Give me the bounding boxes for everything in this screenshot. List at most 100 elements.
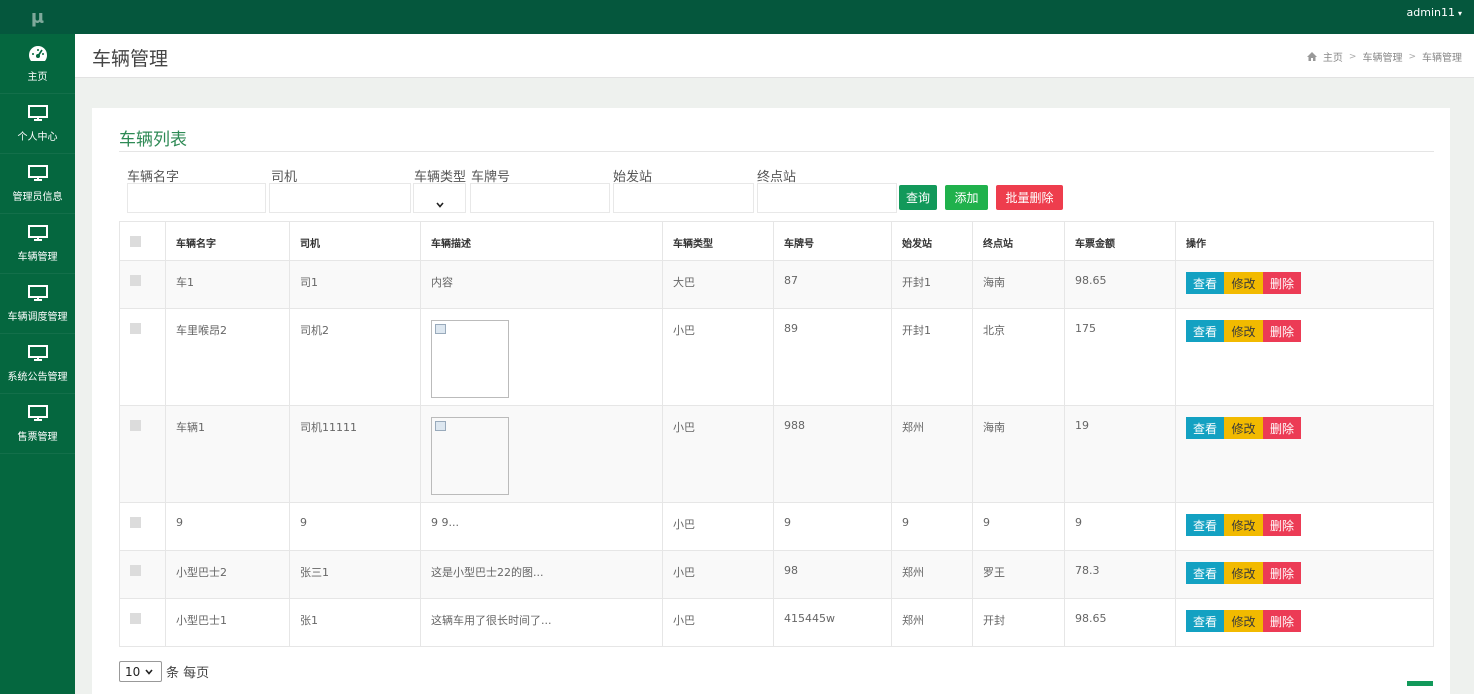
- destination-cell: 海南: [972, 405, 1065, 503]
- sidebar-item-ticket-management[interactable]: 售票管理: [0, 394, 75, 454]
- sidebar-item-dispatch-management[interactable]: 车辆调度管理: [0, 274, 75, 334]
- row-select-cell: [119, 598, 166, 647]
- vehicle-type-cell: 小巴: [662, 308, 774, 406]
- sidebar-item-admin-info[interactable]: 管理员信息: [0, 154, 75, 214]
- edit-button[interactable]: 修改: [1224, 320, 1263, 342]
- row-checkbox[interactable]: [130, 565, 141, 576]
- column-header: 车辆描述: [420, 221, 663, 261]
- view-button[interactable]: 查看: [1186, 562, 1224, 584]
- column-header: 车辆名字: [165, 221, 290, 261]
- row-checkbox[interactable]: [130, 613, 141, 624]
- description-cell: 这辆车用了很长时间了...: [420, 598, 663, 647]
- description-cell: 内容: [420, 260, 663, 309]
- vehicle-type-cell: 小巴: [662, 598, 774, 647]
- plate-cell: 415445w: [773, 598, 892, 647]
- page-title: 车辆管理: [92, 48, 169, 70]
- driver-cell: 张三1: [289, 550, 421, 599]
- per-page-label: 条 每页: [166, 666, 210, 681]
- table-row: 车辆1 司机11111 小巴 988 郑州 海南 19 查看 修改 删除: [119, 405, 1434, 503]
- pagination: 10 条 每页: [119, 661, 209, 682]
- vehicle-type-cell: 大巴: [662, 260, 774, 309]
- user-name[interactable]: admin11: [1407, 6, 1455, 19]
- user-menu[interactable]: admin11 ▾: [1407, 0, 1462, 34]
- row-select-cell: [119, 405, 166, 503]
- origin-input[interactable]: [613, 183, 754, 213]
- destination-cell: 北京: [972, 308, 1065, 406]
- driver-input[interactable]: [269, 183, 411, 213]
- column-header: 车牌号: [773, 221, 892, 261]
- vehicle-type-cell: 小巴: [662, 502, 774, 551]
- monitor-icon: [27, 344, 48, 361]
- view-button[interactable]: 查看: [1186, 610, 1224, 632]
- top-navbar: μ admin11 ▾: [0, 0, 1474, 34]
- delete-button[interactable]: 删除: [1263, 417, 1301, 439]
- driver-cell: 司机11111: [289, 405, 421, 503]
- plate-cell: 98: [773, 550, 892, 599]
- price-cell: 78.3: [1064, 550, 1176, 599]
- broken-image-icon: [431, 320, 509, 398]
- delete-button[interactable]: 删除: [1263, 610, 1301, 632]
- breadcrumb-home[interactable]: 主页: [1323, 49, 1343, 64]
- delete-button[interactable]: 删除: [1263, 320, 1301, 342]
- plate-cell: 988: [773, 405, 892, 503]
- sidebar-item-vehicle-management[interactable]: 车辆管理: [0, 214, 75, 274]
- edit-button[interactable]: 修改: [1224, 610, 1263, 632]
- broken-image-icon: [431, 417, 509, 495]
- price-cell: 175: [1064, 308, 1176, 406]
- sidebar-item-label: 主页: [27, 71, 48, 83]
- monitor-icon: [27, 164, 48, 181]
- caret-down-icon[interactable]: ▾: [1458, 9, 1462, 18]
- sidebar-item-personal-center[interactable]: 个人中心: [0, 94, 75, 154]
- breadcrumb-level-1[interactable]: 车辆管理: [1362, 49, 1402, 64]
- price-cell: 9: [1064, 502, 1176, 551]
- vehicle-name-input[interactable]: [127, 183, 266, 213]
- driver-cell: 司机2: [289, 308, 421, 406]
- vehicle-type-select[interactable]: [413, 183, 466, 213]
- delete-button[interactable]: 删除: [1263, 272, 1301, 294]
- view-button[interactable]: 查看: [1186, 417, 1224, 439]
- query-button[interactable]: 查询: [899, 185, 937, 210]
- monitor-icon: [27, 284, 48, 301]
- row-select-cell: [119, 260, 166, 309]
- monitor-icon: [27, 404, 48, 421]
- origin-cell: 开封1: [891, 260, 973, 309]
- table-row: 9 9 9 9... 小巴 9 9 9 9 查看 修改 删除: [119, 502, 1434, 551]
- edit-button[interactable]: 修改: [1224, 417, 1263, 439]
- driver-cell: 9: [289, 502, 421, 551]
- row-checkbox[interactable]: [130, 517, 141, 528]
- price-cell: 19: [1064, 405, 1176, 503]
- row-checkbox[interactable]: [130, 323, 141, 334]
- row-checkbox[interactable]: [130, 275, 141, 286]
- sidebar-item-announcement-management[interactable]: 系统公告管理: [0, 334, 75, 394]
- vehicle-list-panel: 车辆列表 车辆名字 司机 车辆类型 车牌号 始发站 终点站 查询 添加 批量删除…: [92, 108, 1450, 694]
- divider: [119, 151, 1434, 152]
- delete-button[interactable]: 删除: [1263, 562, 1301, 584]
- vehicle-name-cell: 车辆1: [165, 405, 290, 503]
- edit-button[interactable]: 修改: [1224, 562, 1263, 584]
- batch-delete-button[interactable]: 批量删除: [996, 185, 1063, 210]
- column-header: 司机: [289, 221, 421, 261]
- vehicle-name-cell: 车里喉昂2: [165, 308, 290, 406]
- column-header: 终点站: [972, 221, 1065, 261]
- actions-cell: 查看 修改 删除: [1175, 308, 1434, 406]
- delete-button[interactable]: 删除: [1263, 514, 1301, 536]
- vehicle-table: 车辆名字 司机 车辆描述 车辆类型 车牌号 始发站 终点站 车票金额 操作 车1…: [119, 221, 1434, 647]
- row-checkbox[interactable]: [130, 420, 141, 431]
- column-header: 车辆类型: [662, 221, 774, 261]
- plate-input[interactable]: [470, 183, 610, 213]
- select-all-checkbox[interactable]: [130, 236, 141, 247]
- sidebar-item-home[interactable]: 主页: [0, 34, 75, 94]
- edit-button[interactable]: 修改: [1224, 272, 1263, 294]
- sidebar-item-label: 售票管理: [17, 431, 58, 443]
- edit-button[interactable]: 修改: [1224, 514, 1263, 536]
- view-button[interactable]: 查看: [1186, 320, 1224, 342]
- view-button[interactable]: 查看: [1186, 272, 1224, 294]
- page-size-select[interactable]: 10: [119, 661, 162, 682]
- vehicle-name-cell: 车1: [165, 260, 290, 309]
- view-button[interactable]: 查看: [1186, 514, 1224, 536]
- sidebar-item-label: 管理员信息: [12, 191, 63, 203]
- table-row: 车1 司1 内容 大巴 87 开封1 海南 98.65 查看 修改 删除: [119, 260, 1434, 309]
- app-logo[interactable]: μ: [0, 0, 75, 34]
- destination-input[interactable]: [757, 183, 897, 213]
- add-button[interactable]: 添加: [945, 185, 988, 210]
